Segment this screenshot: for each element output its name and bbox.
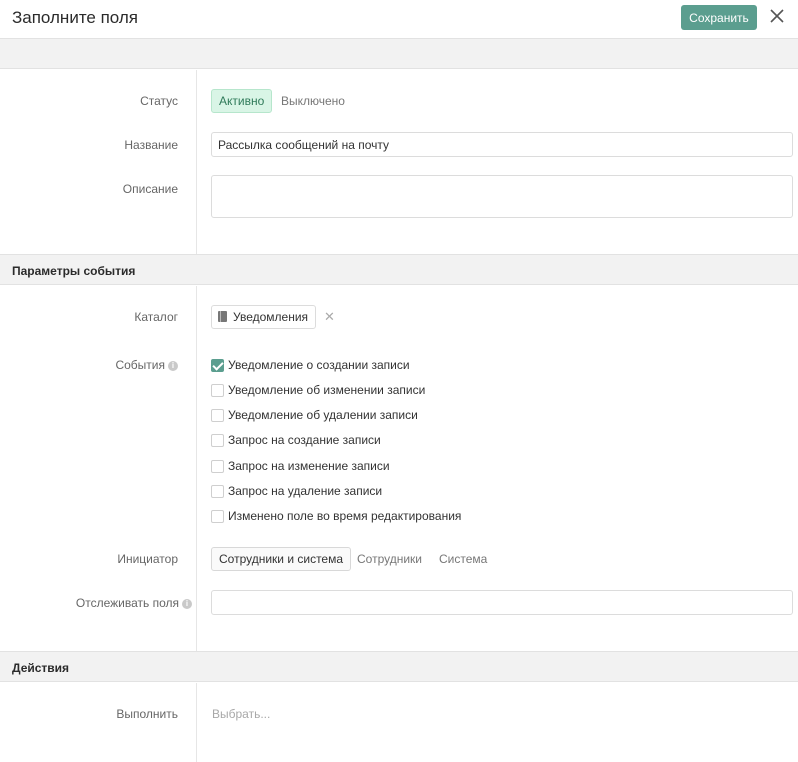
description-label: Описание — [122, 182, 178, 196]
events-label-text: События — [115, 358, 165, 372]
event-checkbox-row[interactable]: Изменено поле во время редактирования — [211, 508, 461, 524]
remove-catalog-icon[interactable]: ✕ — [324, 310, 336, 324]
book-icon — [218, 311, 227, 322]
column-divider — [196, 70, 197, 254]
event-checkbox-row[interactable]: Запрос на создание записи — [211, 432, 381, 448]
event-checkbox-row[interactable]: Уведомление об удалении записи — [211, 407, 418, 423]
column-divider — [196, 286, 197, 651]
initiator-label: Инициатор — [117, 552, 178, 566]
checkbox[interactable] — [211, 433, 224, 447]
track-fields-label: Отслеживать поля i — [76, 596, 192, 610]
column-divider — [196, 683, 197, 762]
event-checkbox-row[interactable]: Уведомление об изменении записи — [211, 382, 425, 398]
event-label: Запрос на удаление записи — [228, 484, 383, 498]
section-header-event-params: Параметры события — [0, 254, 798, 285]
close-icon[interactable] — [767, 6, 787, 26]
info-icon: i — [168, 360, 178, 371]
modal-header: Заполните поля Сохранить — [0, 0, 798, 38]
event-label: Уведомление о создании записи — [228, 358, 410, 372]
events-label: События i — [115, 358, 178, 372]
save-button[interactable]: Сохранить — [681, 5, 757, 30]
event-label: Запрос на изменение записи — [228, 459, 390, 473]
event-checkbox-row[interactable]: Запрос на удаление записи — [211, 483, 382, 499]
header-divider-band — [0, 38, 798, 69]
description-field[interactable] — [211, 175, 793, 218]
initiator-option-system[interactable]: Система — [431, 547, 495, 571]
section-header-actions: Действия — [0, 651, 798, 682]
execute-select[interactable]: Выбрать... — [212, 707, 270, 721]
track-fields-label-text: Отслеживать поля — [75, 596, 179, 610]
event-label: Уведомление об изменении записи — [228, 383, 426, 397]
name-label: Название — [124, 138, 178, 152]
page-title: Заполните поля — [12, 8, 138, 27]
event-label: Изменено поле во время редактирования — [228, 509, 462, 523]
section-title: Параметры события — [12, 264, 136, 278]
initiator-option-staff[interactable]: Сотрудники — [349, 547, 430, 571]
catalog-chip[interactable]: Уведомления — [211, 305, 317, 329]
name-input[interactable] — [211, 132, 793, 157]
checkbox[interactable] — [211, 383, 224, 397]
initiator-option-staff-and-system[interactable]: Сотрудники и система — [211, 547, 352, 571]
event-label: Запрос на создание записи — [228, 433, 381, 447]
execute-label: Выполнить — [116, 707, 178, 721]
track-fields-input[interactable] — [211, 590, 793, 615]
checkbox[interactable] — [211, 484, 224, 498]
section-title: Действия — [12, 661, 70, 675]
catalog-chip-label: Уведомления — [233, 310, 309, 324]
info-icon: i — [182, 598, 192, 609]
status-label: Статус — [140, 94, 178, 108]
checkbox[interactable] — [211, 459, 224, 473]
status-option-active[interactable]: Активно — [211, 89, 273, 113]
checkbox[interactable] — [211, 509, 224, 523]
event-checkbox-row[interactable]: Запрос на изменение записи — [211, 458, 390, 474]
status-option-off[interactable]: Выключено — [273, 89, 353, 113]
catalog-label: Каталог — [134, 310, 178, 324]
event-checkbox-row[interactable]: Уведомление о создании записи — [211, 357, 410, 373]
checkbox-checked[interactable] — [211, 358, 224, 372]
checkbox[interactable] — [211, 408, 224, 422]
event-label: Уведомление об удалении записи — [228, 408, 418, 422]
